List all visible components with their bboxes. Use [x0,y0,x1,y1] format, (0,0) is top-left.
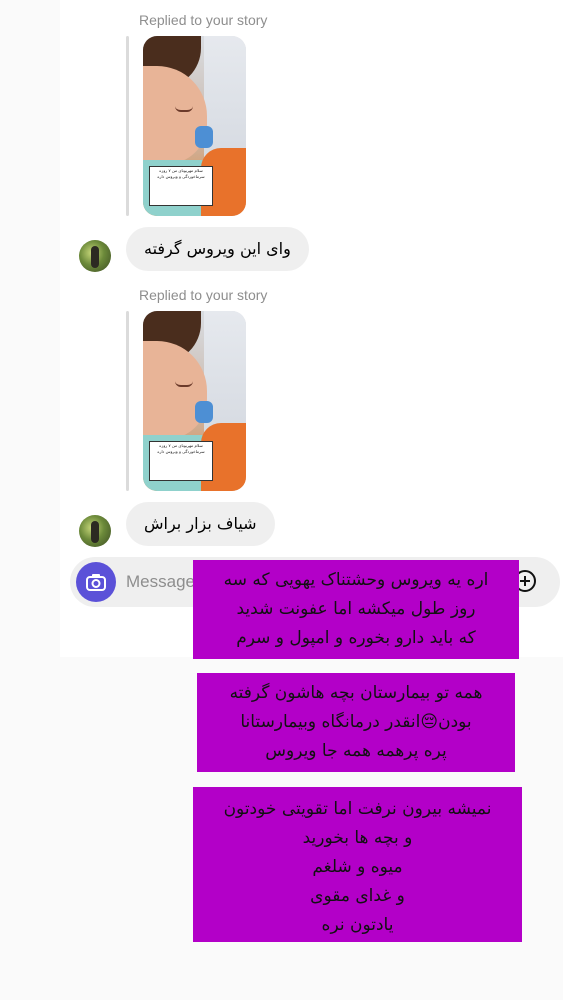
note-line: بودن😔انقدر درمانگاه وبیمارستانا [240,712,472,732]
note-line: همه تو بیمارستان بچه هاشون گرفته [229,683,483,703]
note-line: یادتون نره [321,915,394,935]
story-thumbnail[interactable]: سلام مهربونای من ۷ روزه سرماخوردگی و ویر… [143,36,246,216]
sender-avatar[interactable] [79,515,111,547]
replied-to-story-label: Replied to your story [139,12,268,28]
note-line: که باید دارو بخوره و امپول و سرم [236,628,476,648]
message-bubble[interactable]: وای این ویروس گرفته [126,227,309,271]
story-child-face [143,66,207,164]
avatar-figure [91,521,99,543]
story-pacifier [195,126,213,148]
reply-indicator-bar [126,311,129,491]
message-bubble[interactable]: شیاف بزار براش [126,502,275,546]
note-line: روز طول میکشه اما عفونت شدید [236,599,476,619]
camera-icon [86,574,106,591]
replied-to-story-label: Replied to your story [139,287,268,303]
message-input[interactable]: Message [126,557,195,607]
story-thumbnail[interactable]: سلام مهربونای من ۷ روزه سرماخوردگی و ویر… [143,311,246,491]
overlay-note: نمیشه بیرون نرفت اما تقویتی خودتون و بچه… [193,787,522,942]
note-line: اره یه ویروس وحشتناک یهویی که سه [223,570,489,590]
sender-avatar[interactable] [79,240,111,272]
story-pacifier [195,401,213,423]
note-line: میوه و شلغم [312,857,403,877]
note-line: نمیشه بیرون نرفت اما تقویتی خودتون [223,799,492,819]
story-caption: سلام مهربونای من ۷ روزه سرماخوردگی و ویر… [149,166,213,206]
camera-button[interactable] [76,562,116,602]
avatar-figure [91,246,99,268]
note-line: و بچه ها بخورید [302,828,413,848]
overlay-note: اره یه ویروس وحشتناک یهویی که سه روز طول… [193,560,519,659]
story-child-face [143,341,207,439]
overlay-note: همه تو بیمارستان بچه هاشون گرفته بودن😔ان… [197,673,515,772]
story-caption: سلام مهربونای من ۷ روزه سرماخوردگی و ویر… [149,441,213,481]
note-line: پره پرهمه همه جا ویروس [265,741,447,761]
note-line: و غدای مقوی [310,886,405,906]
reply-indicator-bar [126,36,129,216]
